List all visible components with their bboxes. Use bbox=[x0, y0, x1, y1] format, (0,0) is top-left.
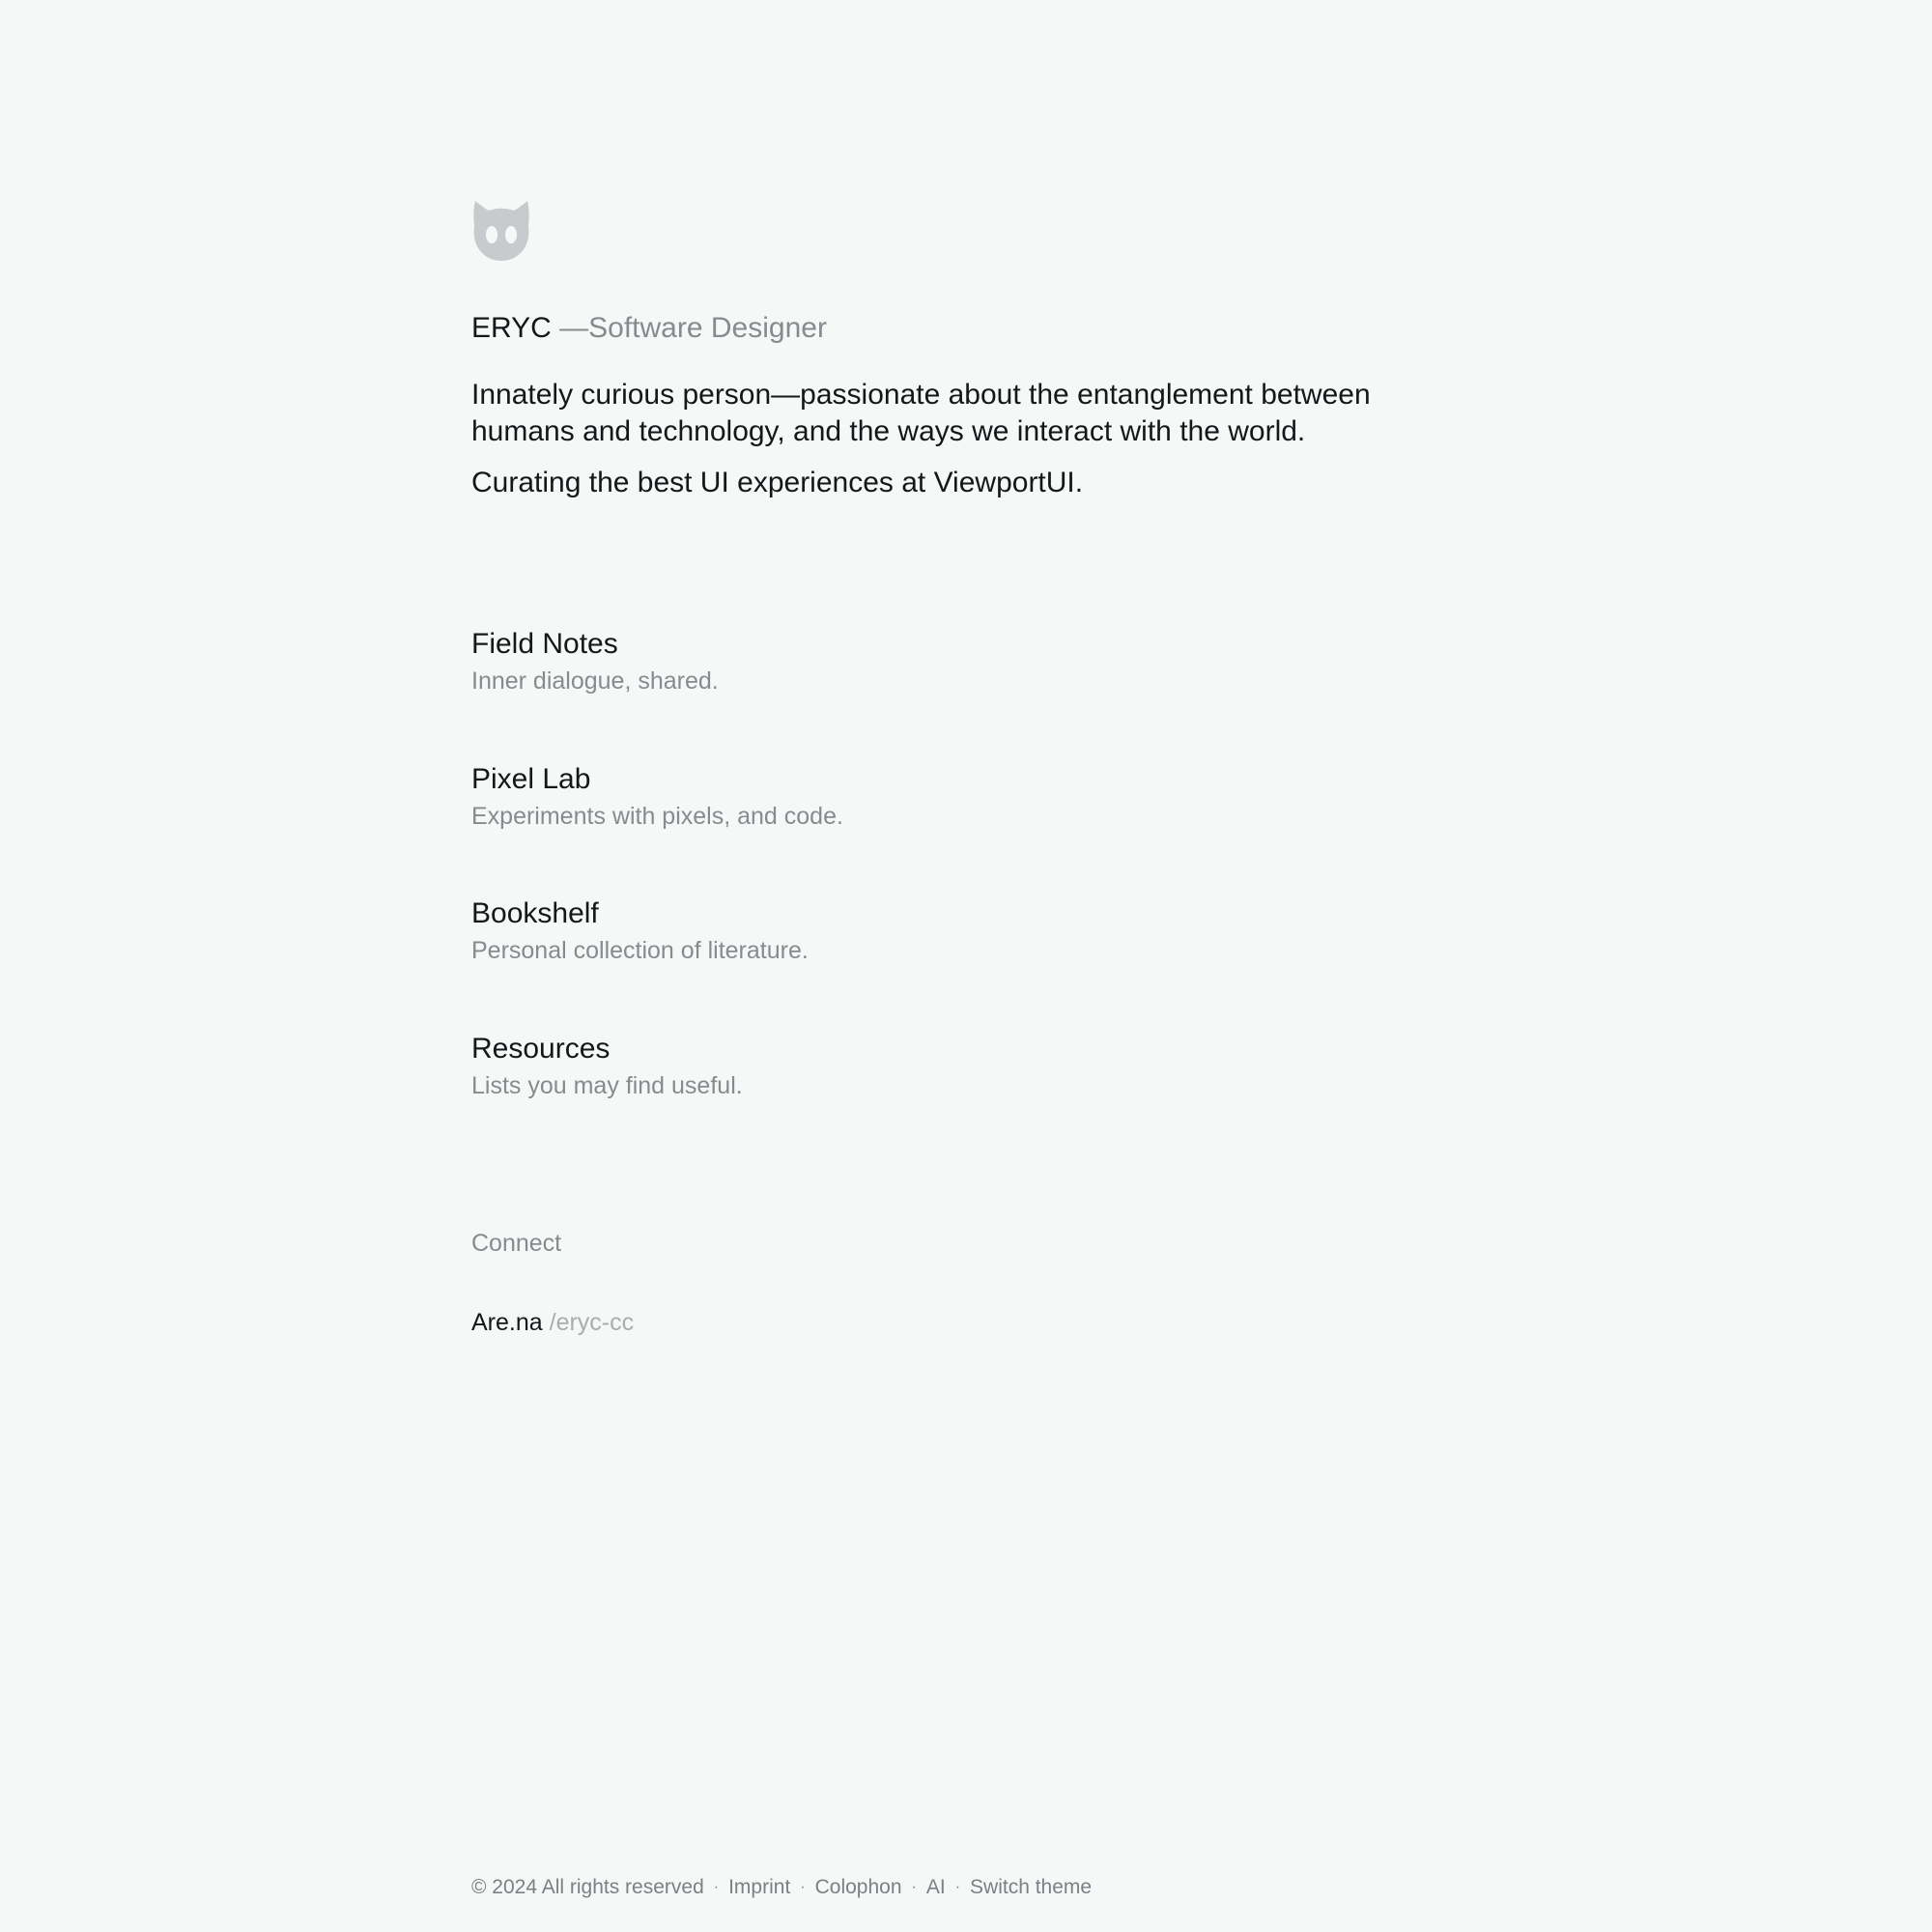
section-link-pixel-lab[interactable]: Pixel Lab Experiments with pixels, and c… bbox=[471, 761, 843, 833]
footer-separator: · bbox=[954, 1879, 961, 1895]
ai-link[interactable]: AI bbox=[926, 1873, 946, 1902]
arena-link[interactable]: Are.na /eryc-cc bbox=[471, 1306, 634, 1339]
section-link-resources[interactable]: Resources Lists you may find useful. bbox=[471, 1031, 743, 1102]
section-description: Lists you may find useful. bbox=[471, 1072, 743, 1099]
intro-paragraph: Curating the best UI experiences at View… bbox=[471, 467, 1084, 498]
footer-separator: · bbox=[713, 1879, 720, 1895]
page-title: ERYC —Software Designer bbox=[471, 309, 827, 348]
footer-separator: · bbox=[800, 1879, 806, 1895]
copyright-text: © 2024 All rights reserved bbox=[471, 1876, 704, 1898]
connect-service: Are.na bbox=[471, 1309, 543, 1336]
section-title: Pixel Lab bbox=[471, 763, 591, 795]
imprint-link[interactable]: Imprint bbox=[728, 1873, 790, 1902]
cat-head-icon[interactable] bbox=[471, 199, 531, 263]
section-description: Personal collection of literature. bbox=[471, 937, 809, 964]
section-title: Field Notes bbox=[471, 628, 618, 660]
section-description: Inner dialogue, shared. bbox=[471, 668, 719, 695]
connect-heading: Connect bbox=[471, 1230, 562, 1257]
section-title: Bookshelf bbox=[471, 897, 599, 929]
section-title: Resources bbox=[471, 1033, 611, 1065]
footer-separator: · bbox=[911, 1879, 917, 1895]
colophon-link[interactable]: Colophon bbox=[815, 1873, 902, 1902]
switch-theme-button[interactable]: Switch theme bbox=[970, 1873, 1092, 1902]
site-role: —Software Designer bbox=[551, 312, 827, 344]
footer: © 2024 All rights reserved · Imprint · C… bbox=[471, 1873, 1092, 1902]
intro-text: Innately curious person—passionate about… bbox=[471, 377, 1437, 501]
site-name: ERYC bbox=[471, 312, 552, 344]
intro-paragraph: Innately curious person—passionate about… bbox=[471, 379, 1371, 447]
section-link-bookshelf[interactable]: Bookshelf Personal collection of literat… bbox=[471, 895, 809, 967]
section-link-field-notes[interactable]: Field Notes Inner dialogue, shared. bbox=[471, 626, 719, 697]
section-description: Experiments with pixels, and code. bbox=[471, 803, 843, 830]
connect-handle: /eryc-cc bbox=[542, 1309, 635, 1336]
